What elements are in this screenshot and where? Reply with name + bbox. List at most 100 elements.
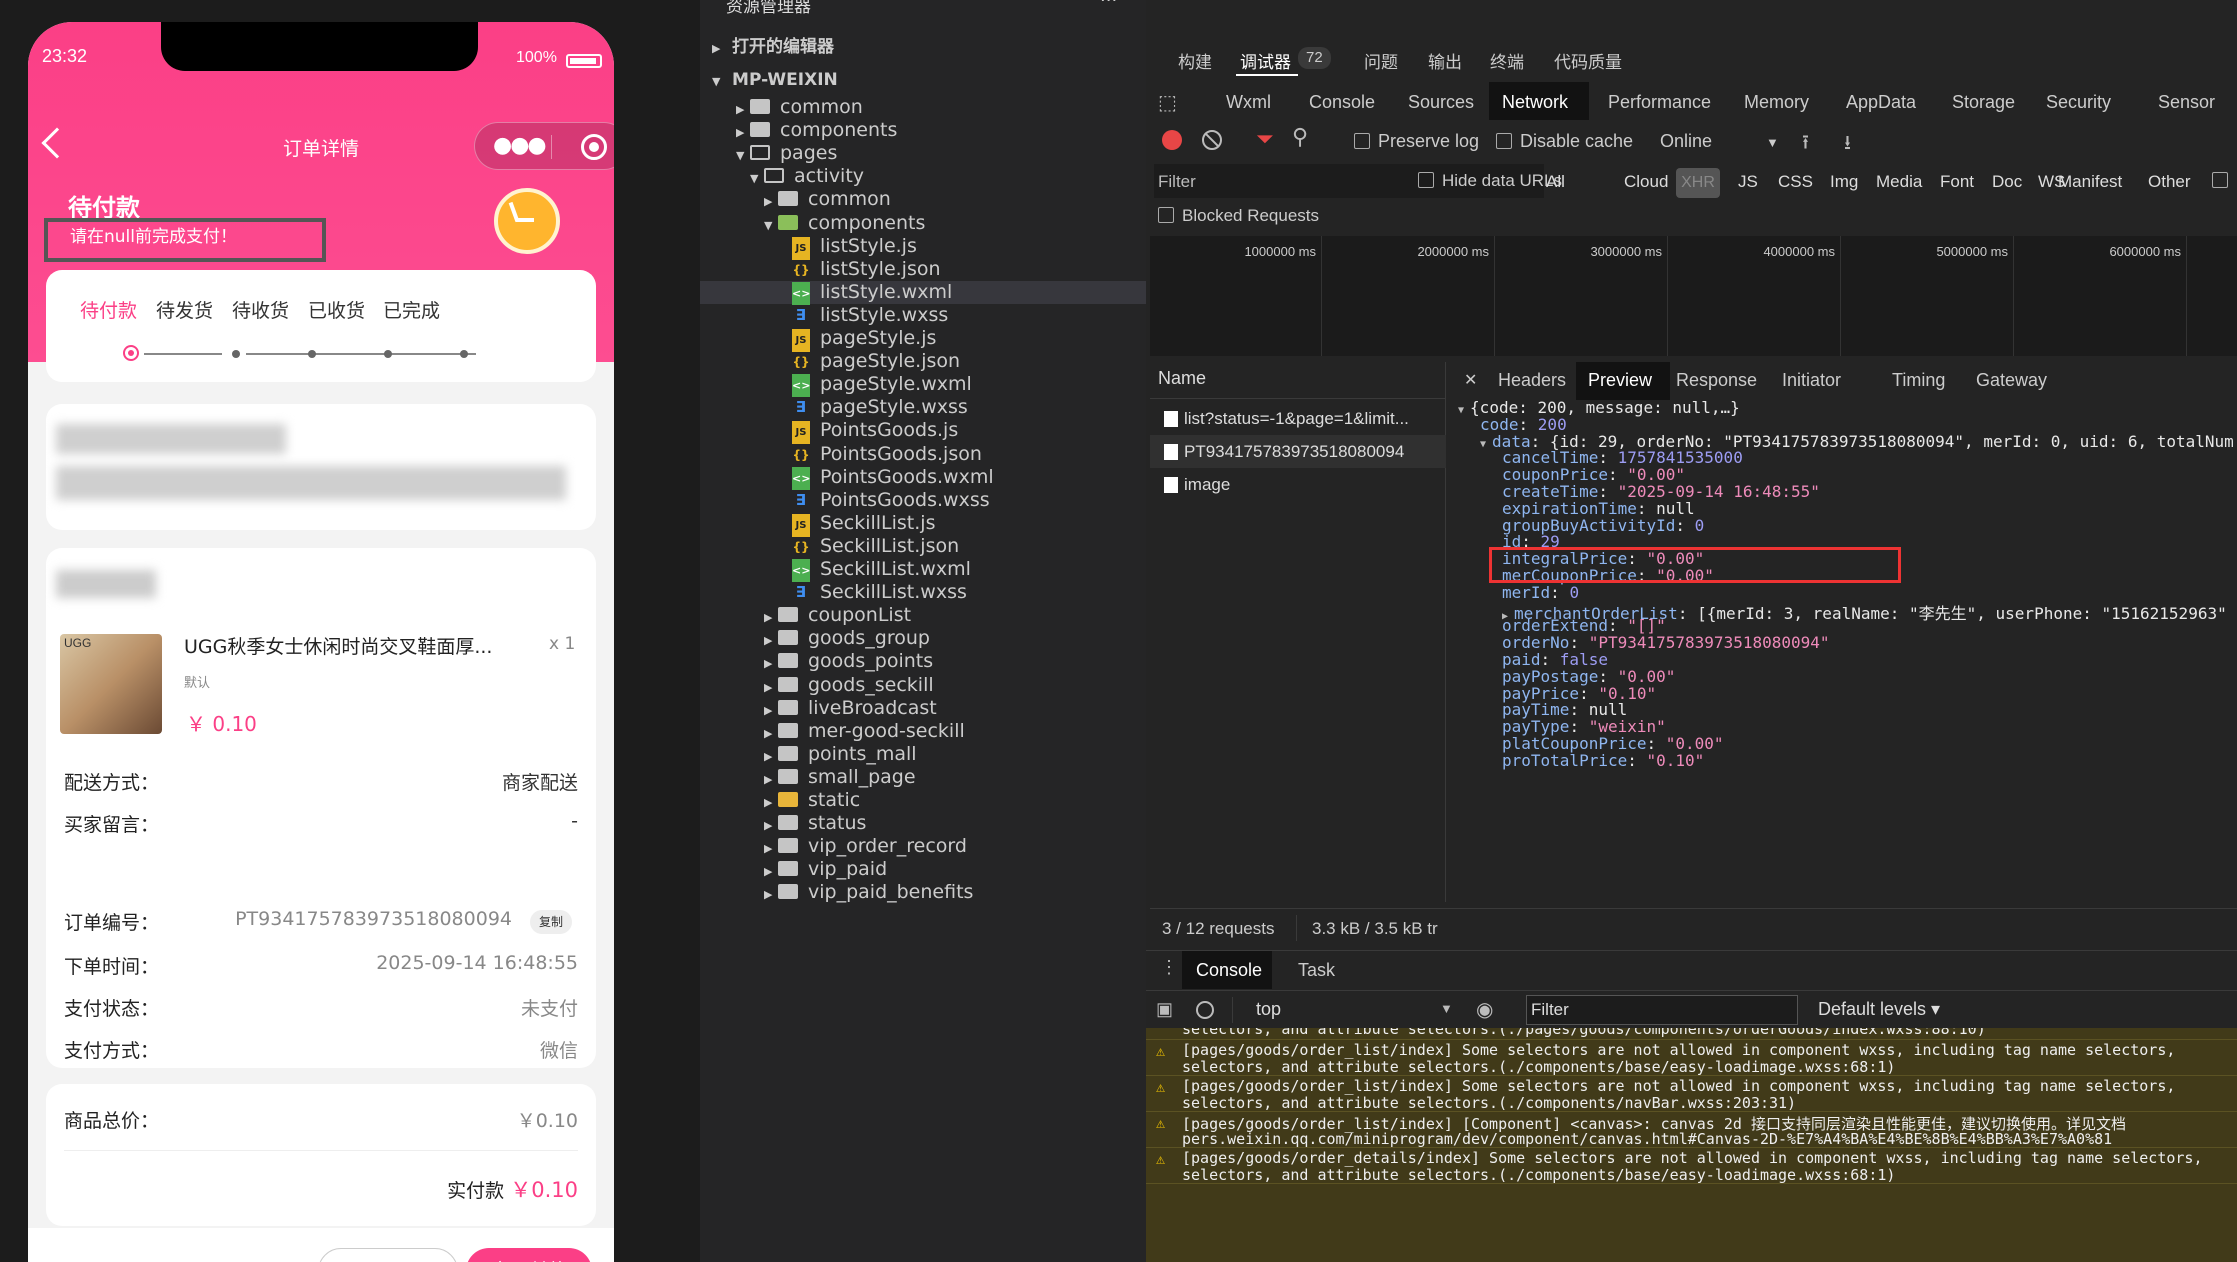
- request-row[interactable]: list?status=-1&page=1&limit...: [1150, 402, 1446, 435]
- panel-console[interactable]: Console: [1309, 92, 1375, 113]
- tree-item[interactable]: JS listStyle.js: [778, 235, 917, 260]
- tree-item[interactable]: <> listStyle.wxml: [700, 280, 1146, 305]
- tree-item[interactable]: ▶ static: [764, 789, 860, 812]
- hide-data-urls-checkbox[interactable]: Hide data URLs: [1418, 171, 1562, 191]
- close-detail-icon[interactable]: ✕: [1464, 370, 1477, 390]
- tree-item[interactable]: ∃ pageStyle.wxss: [778, 396, 968, 419]
- tree-item[interactable]: ∃ listStyle.wxss: [778, 304, 948, 327]
- panel-network[interactable]: Network: [1502, 92, 1568, 113]
- tree-item[interactable]: ▶ vip_paid_benefits: [764, 881, 973, 904]
- tree-item[interactable]: JS pageStyle.js: [778, 327, 936, 352]
- panel-storage[interactable]: Storage: [1952, 92, 2015, 113]
- console-warning[interactable]: ⚠ [pages/goods/order_list/index] Some sel…: [1146, 1076, 2237, 1112]
- type-media[interactable]: Media: [1876, 172, 1922, 192]
- tab-initiator[interactable]: Initiator: [1782, 370, 1841, 391]
- tree-item[interactable]: ▶ common: [736, 96, 863, 119]
- copy-button[interactable]: 复制: [530, 910, 572, 934]
- tab-code-quality[interactable]: 代码质量: [1554, 48, 1622, 73]
- network-timeline[interactable]: 1000000 ms 2000000 ms 3000000 ms 4000000…: [1150, 236, 2237, 356]
- more-actions-icon[interactable]: ···: [1100, 0, 1117, 11]
- console-warning[interactable]: selectors, and attribute selectors.(./pa…: [1146, 1028, 2237, 1040]
- tab-output[interactable]: 输出: [1428, 48, 1462, 73]
- expand-down-icon[interactable]: ▼: [1480, 439, 1492, 450]
- panel-wxml[interactable]: Wxml: [1226, 92, 1271, 113]
- tree-item[interactable]: ▶ goods_points: [764, 650, 933, 673]
- eye-icon[interactable]: ◉: [1476, 997, 1493, 1022]
- type-manifest-label[interactable]: Manifest: [2058, 172, 2122, 192]
- tree-item[interactable]: {} pageStyle.json: [778, 350, 960, 373]
- name-column-header[interactable]: Name: [1158, 368, 1206, 389]
- sidebar-toggle-icon[interactable]: ▣: [1156, 999, 1173, 1020]
- console-warning[interactable]: ⚠ [pages/goods/order_list/index] [Compone…: [1146, 1112, 2237, 1148]
- tab-build[interactable]: 构建: [1178, 48, 1212, 73]
- open-editors-section[interactable]: ▶ 打开的编辑器: [712, 30, 834, 63]
- request-row-selected[interactable]: PT934175783973518080094: [1150, 435, 1446, 468]
- tree-item[interactable]: <> PointsGoods.wxml: [778, 466, 994, 490]
- tree-item[interactable]: ▶ couponList: [764, 604, 911, 627]
- disable-cache-checkbox[interactable]: Disable cache: [1496, 131, 1633, 152]
- cancel-order-button[interactable]: 取消订单: [318, 1248, 458, 1262]
- tree-item[interactable]: ▶ components: [736, 119, 897, 142]
- context-select[interactable]: top: [1256, 999, 1281, 1020]
- type-other[interactable]: Other: [2148, 172, 2191, 192]
- mini-program-capsule[interactable]: ●●●: [474, 122, 614, 170]
- inspect-element-icon[interactable]: ⬚: [1158, 90, 1177, 115]
- tree-item[interactable]: ▶ common: [764, 188, 891, 211]
- tree-item[interactable]: ▶ small_page: [764, 766, 916, 789]
- tree-item[interactable]: ∃ PointsGoods.wxss: [778, 489, 990, 512]
- tree-item[interactable]: {} SeckillList.json: [778, 535, 959, 558]
- tree-item[interactable]: ▶ vip_paid: [764, 858, 887, 881]
- expand-down-icon[interactable]: ▼: [1458, 405, 1470, 416]
- tree-item[interactable]: JS PointsGoods.js: [778, 419, 958, 445]
- goods-name[interactable]: UGG秋季女士休闲时尚交叉鞋面厚...: [184, 632, 492, 659]
- blocked-requests-checkbox[interactable]: Blocked Requests: [1158, 206, 1319, 226]
- import-icon[interactable]: ⭱: [1802, 128, 1809, 162]
- request-row[interactable]: image: [1150, 468, 1446, 501]
- close-target-icon[interactable]: [581, 134, 607, 160]
- tab-response[interactable]: Response: [1676, 370, 1757, 391]
- console-warning[interactable]: ⚠ [pages/goods/order_list/index] Some sel…: [1146, 1040, 2237, 1076]
- type-xhr[interactable]: XHR: [1676, 168, 1720, 198]
- tab-gateway[interactable]: Gateway: [1976, 370, 2047, 391]
- tree-item[interactable]: {} PointsGoods.json: [778, 443, 981, 466]
- search-icon[interactable]: ⚲: [1292, 124, 1308, 150]
- type-css[interactable]: CSS: [1778, 172, 1813, 192]
- tab-terminal[interactable]: 终端: [1490, 48, 1524, 73]
- drawer-tab-console[interactable]: Console: [1196, 960, 1262, 981]
- record-icon[interactable]: [1162, 130, 1182, 150]
- more-filters-checkbox[interactable]: [2212, 172, 2228, 188]
- panel-sources[interactable]: Sources: [1408, 92, 1474, 113]
- type-font[interactable]: Font: [1940, 172, 1974, 192]
- throttle-select[interactable]: Online ▼: [1660, 131, 1779, 152]
- tree-item[interactable]: ▶ status: [764, 812, 866, 835]
- drawer-tab-task[interactable]: Task: [1298, 960, 1335, 981]
- goods-image[interactable]: [60, 634, 162, 734]
- console-warning[interactable]: ⚠ [pages/goods/order_details/index] Some …: [1146, 1148, 2237, 1184]
- tree-item[interactable]: <> pageStyle.wxml: [778, 373, 972, 398]
- tree-item[interactable]: JS SeckillList.js: [778, 512, 935, 537]
- tab-timing[interactable]: Timing: [1892, 370, 1945, 391]
- export-icon[interactable]: ⭳: [1844, 128, 1851, 162]
- tree-item[interactable]: ▶ goods_seckill: [764, 674, 934, 697]
- type-cloud[interactable]: Cloud: [1624, 172, 1668, 192]
- panel-security[interactable]: Security: [2046, 92, 2111, 113]
- tree-item[interactable]: ▼ components: [764, 212, 925, 235]
- type-doc[interactable]: Doc: [1992, 172, 2022, 192]
- clear-icon[interactable]: [1202, 130, 1222, 150]
- project-root[interactable]: ▼ MP-WEIXIN: [712, 63, 838, 96]
- tab-preview[interactable]: Preview: [1588, 370, 1652, 391]
- tree-item[interactable]: ▼ pages: [736, 142, 837, 165]
- tab-debugger[interactable]: 调试器: [1240, 48, 1291, 73]
- type-js[interactable]: JS: [1738, 172, 1758, 192]
- type-img[interactable]: Img: [1830, 172, 1858, 192]
- default-levels-select[interactable]: Default levels ▾: [1818, 999, 1940, 1020]
- console-filter-input[interactable]: Filter: [1526, 995, 1798, 1025]
- more-icon[interactable]: ●●●: [493, 133, 547, 158]
- tree-item[interactable]: ∃ SeckillList.wxss: [778, 581, 967, 604]
- tree-item[interactable]: ▶ goods_group: [764, 627, 930, 650]
- tree-item[interactable]: ▶ liveBroadcast: [764, 697, 937, 720]
- tree-item[interactable]: ▶ points_mall: [764, 743, 917, 766]
- filter-icon[interactable]: ⏷: [1256, 126, 1274, 152]
- pay-now-button[interactable]: 立即付款: [466, 1248, 592, 1262]
- tree-item[interactable]: {} listStyle.json: [778, 258, 940, 281]
